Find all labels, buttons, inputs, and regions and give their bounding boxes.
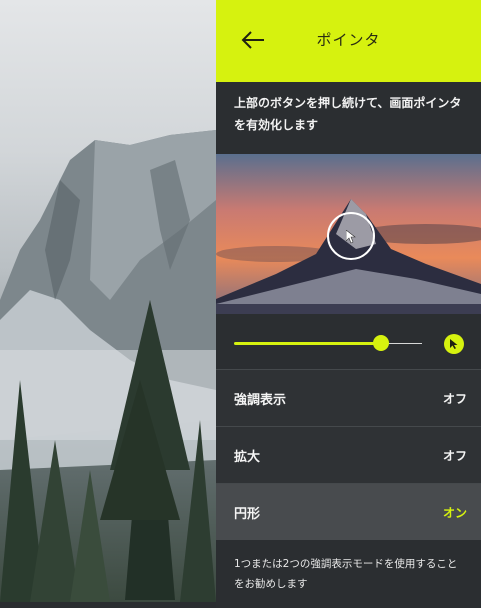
background-landscape-photo bbox=[0, 0, 216, 602]
setting-circle[interactable]: 円形 オン bbox=[216, 483, 481, 540]
cursor-icon bbox=[450, 339, 458, 349]
header-bar: ポインタ bbox=[216, 0, 481, 82]
setting-value: オフ bbox=[442, 449, 467, 463]
pointer-settings-panel: ポインタ 上部のボタンを押し続けて、画面ポインタを有効化します 強調表示 オフ … bbox=[216, 0, 481, 608]
setting-value: オン bbox=[442, 506, 467, 520]
recommendation-note: 1つまたは2つの強調表示モードを使用することをお勧めします bbox=[216, 540, 481, 608]
pointer-size-slider[interactable] bbox=[216, 314, 481, 369]
slider-thumb[interactable] bbox=[372, 335, 389, 351]
mouse-pointer-icon bbox=[346, 230, 356, 244]
setting-value: オフ bbox=[442, 392, 467, 406]
page-title: ポインタ bbox=[316, 31, 381, 49]
settings-list: 強調表示 オフ 拡大 オフ 円形 オン bbox=[216, 369, 481, 540]
cursor-preview-button[interactable] bbox=[444, 334, 464, 354]
setting-magnify[interactable]: 拡大 オフ bbox=[216, 426, 481, 483]
pointer-description: 上部のボタンを押し続けて、画面ポインタを有効化します bbox=[234, 96, 462, 132]
setting-label: 強調表示 bbox=[234, 393, 287, 408]
setting-label: 拡大 bbox=[234, 450, 261, 465]
setting-highlight[interactable]: 強調表示 オフ bbox=[216, 369, 481, 426]
pointer-preview-image bbox=[216, 154, 481, 314]
setting-label: 円形 bbox=[234, 507, 261, 522]
slider-track-filled bbox=[234, 342, 381, 345]
